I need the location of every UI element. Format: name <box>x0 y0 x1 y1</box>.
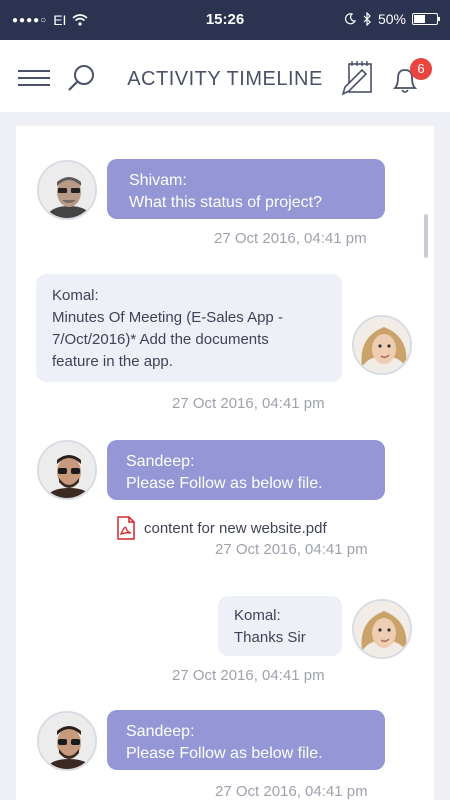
scrollbar-thumb[interactable] <box>424 214 428 258</box>
attachment-filename: content for new website.pdf <box>144 519 327 537</box>
message-text: Please Follow as below file. <box>126 745 323 762</box>
message-bubble-sent[interactable]: Shivam: What this status of project? <box>107 159 385 219</box>
notification-count-badge: 6 <box>410 58 432 80</box>
message-text: Thanks Sir <box>234 629 306 646</box>
status-right: 50% <box>344 11 440 27</box>
message-timestamp: 27 Oct 2016, 04:41 pm <box>215 541 368 558</box>
message-bubble-received[interactable]: Komal: Minutes Of Meeting (E-Sales App -… <box>36 274 342 382</box>
avatar-sandeep[interactable] <box>37 440 97 500</box>
moon-icon <box>344 13 356 25</box>
message-bubble-sent[interactable]: Sandeep: Please Follow as below file. <box>107 710 385 770</box>
message-bubble-sent[interactable]: Sandeep: Please Follow as below file. <box>107 440 385 500</box>
message-author: Shivam: <box>129 172 187 189</box>
message-text-line: 7/Oct/2016)* Add the documents <box>52 331 269 348</box>
battery-percent: 50% <box>377 11 406 27</box>
edit-note-icon[interactable] <box>340 60 374 96</box>
message-timestamp: 27 Oct 2016, 04:41 pm <box>172 667 325 684</box>
message-text-line: feature in the app. <box>52 353 173 370</box>
message-timestamp: 27 Oct 2016, 04:41 pm <box>215 783 368 800</box>
message-text: Please Follow as below file. <box>126 475 323 492</box>
message-bubble-received[interactable]: Komal: Thanks Sir <box>218 596 342 656</box>
bluetooth-icon <box>363 12 371 26</box>
message-author: Komal: <box>52 287 99 304</box>
attachment-link[interactable]: content for new website.pdf <box>116 516 327 540</box>
battery-icon <box>412 13 440 25</box>
page-title: ACTIVITY TIMELINE <box>127 68 323 90</box>
message-text: What this status of project? <box>129 194 322 211</box>
message-author: Sandeep: <box>126 723 195 740</box>
message-author: Sandeep: <box>126 453 195 470</box>
status-bar: ●●●●○ EI 15:26 50% <box>0 0 450 40</box>
avatar-komal[interactable] <box>352 599 412 659</box>
pdf-file-icon <box>117 516 135 540</box>
message-timestamp: 27 Oct 2016, 04:41 pm <box>172 395 325 412</box>
avatar-sandeep[interactable] <box>37 711 97 771</box>
avatar-komal[interactable] <box>352 315 412 375</box>
message-author: Komal: <box>234 607 281 624</box>
message-text-line: Minutes Of Meeting (E-Sales App - <box>52 309 283 326</box>
message-timestamp: 27 Oct 2016, 04:41 pm <box>214 230 367 247</box>
avatar-shivam[interactable] <box>37 160 97 220</box>
app-header: ACTIVITY TIMELINE 6 <box>0 40 450 112</box>
